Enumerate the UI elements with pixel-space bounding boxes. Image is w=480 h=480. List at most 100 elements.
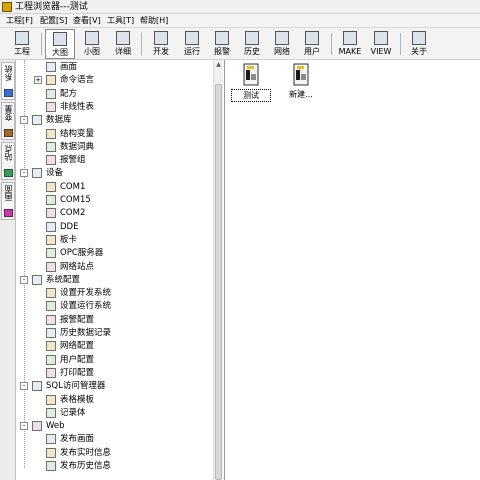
history-button[interactable]: 历史: [237, 29, 267, 59]
alarm-config-icon: [46, 314, 56, 325]
menu-config[interactable]: 配置[S]: [40, 15, 67, 27]
make-button[interactable]: MAKE: [335, 29, 365, 59]
tree-node[interactable]: 表格模板: [17, 394, 207, 407]
tree-node[interactable]: COM15: [17, 194, 207, 207]
publish-realtime-icon: [46, 447, 56, 458]
collapse-icon[interactable]: -: [20, 382, 28, 391]
new-screen-icon: [291, 63, 311, 87]
small-icons-button-label: 小图: [84, 47, 100, 56]
collapse-icon[interactable]: -: [20, 169, 28, 178]
large-icons-button[interactable]: 大图: [45, 29, 75, 59]
tree-node[interactable]: 数据词典: [17, 141, 207, 154]
about-icon: [412, 31, 426, 45]
scroll-up-arrow[interactable]: ▲: [214, 60, 223, 69]
tree-node-label: 发布实时信息: [60, 447, 112, 458]
project-button[interactable]: 工程: [6, 29, 38, 59]
tree-node[interactable]: COM1: [17, 181, 207, 194]
details-icon: [116, 31, 130, 45]
view-icon: [374, 31, 388, 45]
tree-node[interactable]: 记录体: [17, 407, 207, 420]
tree-node[interactable]: 报警组: [17, 154, 207, 167]
menu-view[interactable]: 查看[V]: [73, 15, 101, 27]
screen-item-test[interactable]: 测试: [231, 63, 271, 102]
tree-node[interactable]: + 命令语言: [17, 74, 207, 87]
tree-node-label: COM15: [60, 195, 91, 205]
window-title: 工程浏览器---测试: [15, 2, 88, 12]
tree-node[interactable]: 发布实时信息: [17, 447, 207, 460]
tree-node[interactable]: 网络站点: [17, 261, 207, 274]
tree-node[interactable]: 发布历史信息: [17, 460, 207, 473]
run-button[interactable]: 运行: [177, 29, 207, 59]
tree-node-label: 结构变量: [60, 128, 95, 139]
menu-help[interactable]: 帮助[H]: [140, 15, 168, 27]
tree-node-label: 报警配置: [60, 314, 95, 325]
tab-station[interactable]: 站点: [1, 142, 15, 180]
network-button[interactable]: 网络: [267, 29, 297, 59]
toolbar-separator: [141, 33, 142, 55]
small-icons-button[interactable]: 小图: [77, 29, 107, 59]
tree-scrollbar[interactable]: ▲: [213, 60, 223, 480]
tab-variable[interactable]: 变量: [1, 102, 15, 140]
user-icon: [305, 31, 319, 45]
vertical-tab-bar: 系统 变量 站点 画面: [0, 60, 16, 480]
collapse-icon[interactable]: -: [20, 422, 28, 431]
record-body-icon: [46, 407, 56, 418]
alarm-button[interactable]: 报警: [207, 29, 237, 59]
tree-node[interactable]: 设置运行系统: [17, 300, 207, 313]
tree-node[interactable]: 用户配置: [17, 354, 207, 367]
view-button[interactable]: VIEW: [366, 29, 396, 59]
tree-node[interactable]: - SQL访问管理器: [17, 380, 207, 393]
board-card-icon: [46, 234, 56, 245]
tree-node[interactable]: 网络配置: [17, 340, 207, 353]
tree-node-label: 报警组: [60, 155, 86, 166]
tree-node[interactable]: - Web: [17, 420, 207, 433]
large-icons-button-label: 大图: [52, 48, 68, 57]
history-button-label: 历史: [244, 47, 260, 56]
tree-node[interactable]: 配方: [17, 88, 207, 101]
run-icon: [185, 31, 199, 45]
toolbar: 工程 大图 小图 详细 开发 运行 报警 历史 网络 用户 MAKE VIEW …: [0, 28, 480, 60]
details-button[interactable]: 详细: [108, 29, 138, 59]
tree-node-label: 设置运行系统: [60, 301, 112, 312]
tree-node[interactable]: 画面: [17, 61, 207, 74]
expand-icon[interactable]: +: [34, 76, 42, 85]
com-port-icon: [46, 195, 56, 205]
project-tree: 画面 + 命令语言 配方非线性表 - 数据库 结构变量数据词典 报警组 - 设备 COM1 COM15…: [17, 60, 213, 480]
new-screen-item[interactable]: 新建...: [281, 63, 321, 100]
project-icon: [15, 31, 29, 45]
struct-variable-icon: [46, 128, 56, 139]
tree-node[interactable]: - 数据库: [17, 114, 207, 127]
command-language-icon: [46, 75, 56, 86]
run-system-icon: [46, 301, 56, 312]
menu-tools[interactable]: 工具[T]: [107, 15, 134, 27]
tree-node[interactable]: 发布画面: [17, 433, 207, 446]
tree-node-label: 记录体: [60, 407, 86, 418]
tree-node[interactable]: OPC服务器: [17, 247, 207, 260]
tree-node-label: COM1: [60, 181, 86, 192]
tree-node[interactable]: DDE: [17, 221, 207, 234]
tree-node[interactable]: - 设备: [17, 167, 207, 180]
user-button[interactable]: 用户: [297, 29, 327, 59]
about-button[interactable]: 关于: [404, 29, 434, 59]
about-button-label: 关于: [411, 47, 427, 56]
tree-node[interactable]: COM2: [17, 207, 207, 220]
tree-node[interactable]: 打印配置: [17, 367, 207, 380]
tree-node[interactable]: - 系统配置: [17, 274, 207, 287]
tree-node-label: Web: [46, 421, 65, 432]
tree-node[interactable]: 报警配置: [17, 314, 207, 327]
menu-project[interactable]: 工程[F]: [6, 15, 33, 27]
tree-node[interactable]: 板卡: [17, 234, 207, 247]
scroll-thumb[interactable]: [215, 84, 222, 480]
tree-node[interactable]: 历史数据记录: [17, 327, 207, 340]
tree-node[interactable]: 设置开发系统: [17, 287, 207, 300]
tab-system[interactable]: 系统: [1, 62, 15, 100]
tree-node-label: 设备: [46, 168, 64, 179]
collapse-icon[interactable]: -: [20, 116, 28, 125]
develop-button[interactable]: 开发: [146, 29, 176, 59]
details-button-label: 详细: [115, 47, 131, 56]
tree-node-label: 配方: [60, 88, 78, 99]
collapse-icon[interactable]: -: [20, 275, 28, 284]
tree-node[interactable]: 结构变量: [17, 128, 207, 141]
tree-node[interactable]: 非线性表: [17, 101, 207, 114]
tab-screen[interactable]: 画面: [1, 182, 15, 220]
